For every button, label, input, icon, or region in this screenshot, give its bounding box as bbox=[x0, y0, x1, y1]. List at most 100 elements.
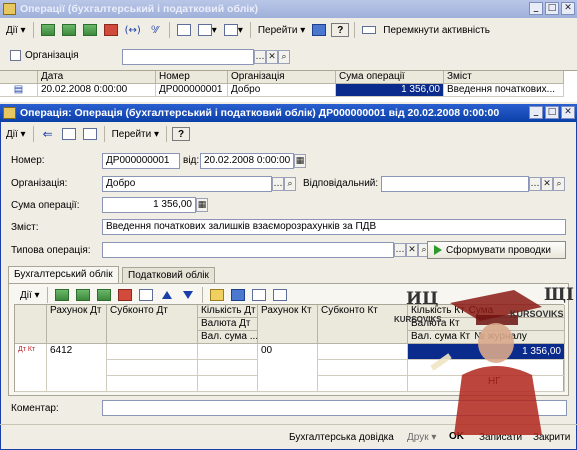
form-title: Операція: Операція (бухгалтерський і под… bbox=[20, 107, 500, 119]
responsible-field[interactable] bbox=[381, 176, 529, 192]
form-titlebar: Операція: Операція (бухгалтерський і под… bbox=[0, 104, 577, 122]
col-date[interactable]: Дата bbox=[38, 71, 156, 84]
toggle-activity-icon[interactable] bbox=[360, 21, 378, 39]
typical-operation-label: Типова операція: bbox=[11, 245, 91, 256]
move-up-icon[interactable] bbox=[158, 286, 176, 304]
ok-button[interactable]: OK bbox=[449, 431, 464, 442]
typical-clear-icon[interactable]: ✕ bbox=[406, 243, 418, 257]
hdr-currency-dt[interactable]: Валюта Дт bbox=[198, 318, 258, 331]
comment-label: Коментар: bbox=[11, 403, 59, 414]
entry-type-icon: Дт Кт bbox=[15, 344, 47, 392]
grid-refresh-icon[interactable] bbox=[208, 286, 226, 304]
minimize-button[interactable]: _ bbox=[529, 2, 543, 15]
date-field[interactable]: 20.02.2008 0:00:00 bbox=[200, 153, 294, 169]
actions-menu[interactable]: Дії ▾ bbox=[4, 21, 28, 39]
org-filter-select-button[interactable]: … bbox=[254, 50, 266, 64]
typical-select-button[interactable]: … bbox=[394, 243, 406, 257]
refresh-icon[interactable]: (↔) bbox=[123, 21, 143, 39]
grid-fill-icon[interactable] bbox=[229, 286, 247, 304]
form-maximize-button[interactable]: □ bbox=[545, 106, 559, 119]
calculator-icon[interactable]: ▦ bbox=[196, 198, 208, 212]
comment-field[interactable] bbox=[102, 400, 567, 416]
hdr-credit-account[interactable]: Рахунок Кт bbox=[258, 305, 318, 344]
col-org[interactable]: Організація bbox=[228, 71, 336, 84]
delete-icon[interactable] bbox=[102, 21, 120, 39]
help-icon[interactable]: ? bbox=[331, 23, 350, 37]
grid-delete-icon[interactable] bbox=[116, 286, 134, 304]
move-down-icon[interactable] bbox=[179, 286, 197, 304]
hdr-debit-account[interactable]: Рахунок Дт bbox=[47, 305, 107, 344]
accounting-help-link[interactable]: Бухгалтерська довідка bbox=[289, 432, 394, 443]
clear-filter-icon[interactable]: ▾ bbox=[222, 21, 245, 39]
hdr-qty-kt[interactable]: Кількість Кт bbox=[411, 305, 465, 317]
grid-filter-icon[interactable] bbox=[250, 286, 268, 304]
org-filter-search-icon[interactable]: ⌕ bbox=[278, 50, 290, 64]
hdr-cur-sum-dt[interactable]: Вал. сума ... bbox=[198, 331, 258, 344]
hdr-currency-kt[interactable]: Валюта Кт bbox=[408, 318, 565, 331]
grid-edit-icon[interactable] bbox=[95, 286, 113, 304]
close-button[interactable]: ✕ bbox=[561, 2, 575, 15]
tab-tax[interactable]: Податковий облік bbox=[122, 267, 215, 284]
unpost-icon[interactable] bbox=[81, 125, 99, 143]
responsible-search-icon[interactable]: ⌕ bbox=[553, 177, 565, 191]
grid-add-icon[interactable] bbox=[53, 286, 71, 304]
org-label: Організація: bbox=[11, 178, 68, 189]
form-actions-menu[interactable]: Дії ▾ bbox=[4, 125, 28, 143]
goto-menu[interactable]: Перейти ▾ bbox=[256, 21, 307, 39]
content-field[interactable]: Введення початкових залишків взаєморозра… bbox=[102, 219, 566, 235]
entry-sum: 1 356,00 bbox=[408, 344, 565, 360]
edit-icon[interactable] bbox=[81, 21, 99, 39]
form-close-button[interactable]: ✕ bbox=[561, 106, 575, 119]
table-row[interactable]: ▤ 20.02.2008 0:00:00 ДР000000001 Добро 1… bbox=[0, 84, 577, 97]
hdr-subconto-dt[interactable]: Субконто Дт bbox=[107, 305, 198, 344]
post-icon[interactable] bbox=[60, 125, 78, 143]
copy-icon[interactable] bbox=[60, 21, 78, 39]
row-type-icon: ▤ bbox=[0, 84, 38, 97]
add-icon[interactable] bbox=[39, 21, 57, 39]
form-goto-menu[interactable]: Перейти ▾ bbox=[110, 125, 161, 143]
back-arrow-icon[interactable]: ⇐ bbox=[39, 125, 57, 143]
grid-actions-menu[interactable]: Дії ▾ bbox=[18, 286, 42, 304]
grid-end-edit-icon[interactable] bbox=[137, 286, 155, 304]
responsible-label: Відповідальний: bbox=[303, 178, 379, 189]
info-icon[interactable] bbox=[310, 21, 328, 39]
org-search-icon[interactable]: ⌕ bbox=[284, 177, 296, 191]
org-filter-checkbox[interactable] bbox=[10, 50, 21, 61]
hdr-subconto-kt[interactable]: Субконто Кт bbox=[318, 305, 408, 344]
col-number[interactable]: Номер bbox=[156, 71, 228, 84]
window-icon bbox=[3, 3, 16, 15]
form-help-icon[interactable]: ? bbox=[172, 127, 191, 141]
col-content[interactable]: Зміст bbox=[444, 71, 564, 84]
filter-icon[interactable] bbox=[175, 21, 193, 39]
print-menu[interactable]: Друк ▾ bbox=[407, 432, 436, 443]
org-select-button[interactable]: … bbox=[272, 177, 284, 191]
maximize-button[interactable]: □ bbox=[545, 2, 559, 15]
typical-operation-field[interactable] bbox=[102, 242, 394, 258]
close-form-button[interactable]: Закрити bbox=[533, 432, 570, 443]
toggle-activity-button[interactable]: Перемкнути активність bbox=[381, 21, 492, 39]
responsible-select-button[interactable]: … bbox=[529, 177, 541, 191]
hdr-sum[interactable]: Сума bbox=[469, 305, 494, 317]
grid-copy-icon[interactable] bbox=[74, 286, 92, 304]
hdr-cur-sum-kt[interactable]: Вал. сума Кт bbox=[411, 331, 470, 343]
calendar-icon[interactable]: ▦ bbox=[294, 154, 306, 168]
org-filter-label: Організація bbox=[25, 50, 79, 61]
org-filter-input[interactable] bbox=[122, 49, 254, 65]
responsible-clear-icon[interactable]: ✕ bbox=[541, 177, 553, 191]
org-filter-clear-icon[interactable]: ✕ bbox=[266, 50, 278, 64]
hdr-journal[interactable]: № журналу bbox=[474, 331, 527, 343]
find-icon[interactable]: ⁰⁄⁄ bbox=[146, 21, 164, 39]
form-minimize-button[interactable]: _ bbox=[529, 106, 543, 119]
generate-entries-button[interactable]: Сформувати проводки bbox=[427, 241, 566, 259]
org-field[interactable]: Добро bbox=[102, 176, 272, 192]
table-row[interactable]: Дт Кт 6412 00 1 356,00 НГ bbox=[15, 344, 565, 392]
filter-settings-icon[interactable]: ▾ bbox=[196, 21, 219, 39]
number-field[interactable]: ДР000000001 bbox=[102, 153, 180, 169]
col-sum[interactable]: Сума операції bbox=[336, 71, 444, 84]
tab-accounting[interactable]: Бухгалтерський облік bbox=[8, 266, 119, 284]
sum-field[interactable]: 1 356,00 bbox=[102, 197, 196, 213]
grid-sort-icon[interactable] bbox=[271, 286, 289, 304]
hdr-qty-dt[interactable]: Кількість Дт bbox=[198, 305, 258, 318]
entries-grid: Рахунок Дт Субконто Дт Кількість Дт Валю… bbox=[14, 304, 565, 392]
save-button[interactable]: Записати bbox=[479, 432, 522, 443]
